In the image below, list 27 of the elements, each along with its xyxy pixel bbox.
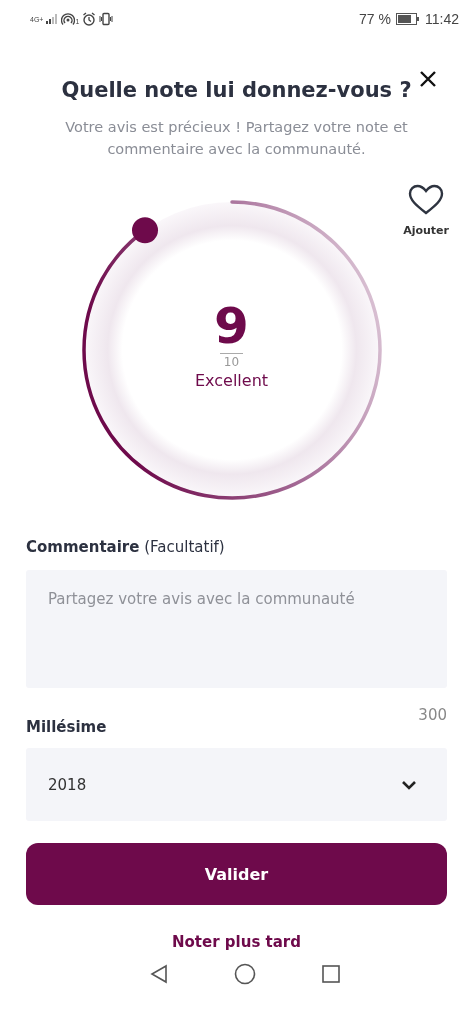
alarm-icon: [82, 12, 97, 26]
vintage-label: Millésime: [26, 718, 107, 736]
battery-percent: 77 %: [359, 11, 391, 27]
rate-later-link[interactable]: Noter plus tard: [170, 931, 303, 953]
vibrate-icon: [99, 12, 114, 26]
heart-icon: [408, 184, 445, 216]
submit-button[interactable]: Valider: [26, 843, 447, 905]
signal-icon: [46, 14, 59, 24]
clock: 11:42: [425, 11, 459, 27]
comment-field[interactable]: Partagez votre avis avec la communauté: [26, 570, 447, 688]
hotspot-icon: [61, 12, 76, 26]
score-verdict: Excellent: [194, 370, 269, 390]
dialog-title: Quelle note lui donnez-vous ?: [61, 78, 412, 102]
score-max: 10: [219, 352, 244, 369]
score-value: 9: [214, 298, 249, 353]
add-favorite-button[interactable]: Ajouter: [401, 182, 451, 239]
recents-icon[interactable]: [320, 964, 341, 984]
close-icon: [419, 70, 437, 88]
home-icon[interactable]: [233, 963, 256, 985]
subtitle: Votre avis est précieux ! Partagez votre note et commentaire avec la communauté.: [64, 118, 409, 159]
comment-label: Commentaire (Facultatif): [26, 538, 226, 556]
chevron-down-icon: [401, 779, 417, 790]
back-icon[interactable]: [148, 964, 169, 984]
vintage-select[interactable]: 2018: [26, 748, 447, 821]
character-counter: 300: [418, 706, 447, 726]
battery-icon: [396, 13, 420, 25]
slider-thumb[interactable]: [131, 217, 158, 244]
